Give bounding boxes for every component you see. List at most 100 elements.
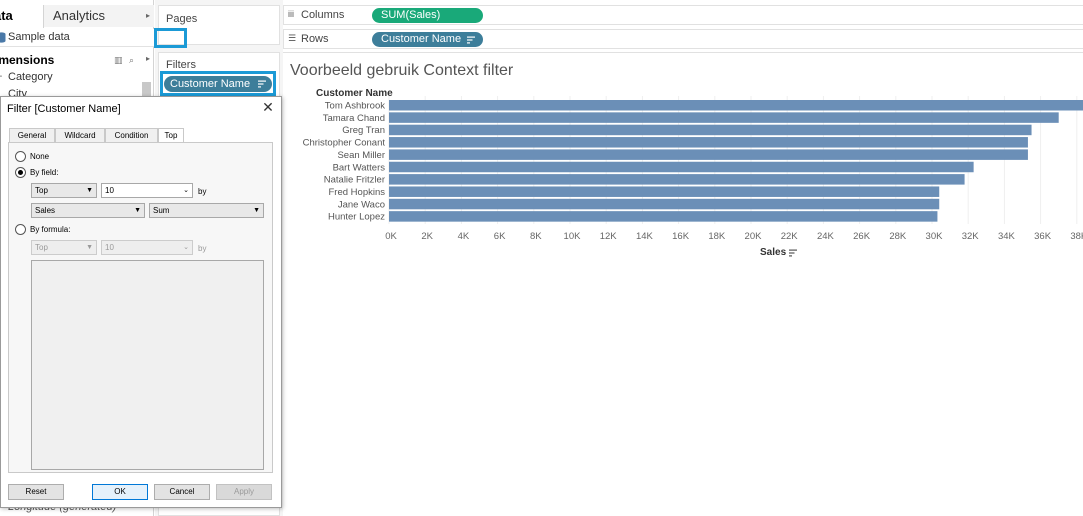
tab-data[interactable]: ata: [0, 5, 44, 28]
x-tick-label: 38K: [1070, 231, 1083, 242]
bar[interactable]: [389, 100, 1083, 111]
bar[interactable]: [389, 112, 1059, 123]
tab-general[interactable]: General: [9, 128, 55, 143]
filters-label: Filters: [166, 59, 196, 71]
bar[interactable]: [389, 198, 940, 210]
dialog-title: Filter [Customer Name]: [7, 103, 121, 115]
bar[interactable]: [389, 137, 1028, 148]
x-tick-label: 24K: [817, 231, 835, 242]
viz-title: Voorbeeld gebruik Context filter: [290, 62, 514, 79]
x-tick-label: 34K: [998, 231, 1016, 242]
x-tick-label: 12K: [600, 231, 618, 242]
x-tick-label: 10K: [564, 231, 582, 242]
category-label: Christopher Conant: [303, 138, 386, 149]
x-tick-label: 6K: [494, 231, 506, 242]
dimensions-menu-arrow-icon[interactable]: ▸: [146, 54, 150, 63]
tab-condition[interactable]: Condition: [105, 128, 158, 143]
by-field-by-label: by: [198, 187, 207, 196]
dialog-tabs: General Wildcard Condition Top: [9, 128, 273, 143]
collapse-icon[interactable]: -: [0, 71, 2, 82]
by-field-mode-select[interactable]: Top ▼: [31, 183, 97, 198]
radio-by-field-label: By field:: [30, 168, 59, 177]
x-tick-label: 8K: [530, 231, 542, 242]
bar-chart: Tom AshbrookTamara ChandGreg Tran Christo…: [303, 96, 1083, 242]
cancel-button[interactable]: Cancel: [154, 484, 210, 500]
reset-button[interactable]: Reset: [8, 484, 64, 500]
apply-button: Apply: [216, 484, 272, 500]
category-label: Fred Hopkins: [329, 187, 386, 198]
scrollbar-thumb[interactable]: [142, 82, 151, 96]
by-formula-mode-value: Top: [35, 243, 48, 252]
x-axis-title-label: Sales: [760, 247, 787, 258]
by-formula-count-input: 10 ⌄: [101, 240, 193, 255]
by-field-agg-select[interactable]: Sum ▼: [149, 203, 264, 218]
category-label: Tom Ashbrook: [325, 101, 385, 112]
radio-none[interactable]: [15, 151, 26, 162]
x-tick-label: 16K: [672, 231, 690, 242]
x-tick-label: 26K: [853, 231, 871, 242]
bar[interactable]: [389, 124, 1032, 136]
sort-icon[interactable]: [789, 249, 797, 257]
datasource-label: Sample data: [8, 31, 70, 43]
by-field-count-value: 10: [105, 186, 114, 195]
category-label: Hunter Lopez: [328, 212, 385, 223]
tab-analytics[interactable]: Analytics ▸: [44, 5, 154, 27]
by-field-field-value: Sales: [35, 206, 56, 215]
formula-editor: [31, 260, 264, 470]
x-tick-label: 4K: [458, 231, 470, 242]
bar[interactable]: [389, 149, 1028, 160]
bar[interactable]: [389, 211, 938, 222]
by-formula-by-label: by: [198, 244, 207, 253]
x-tick-label: 0K: [385, 231, 397, 242]
category-label: Greg Tran: [342, 125, 385, 136]
database-icon: [0, 32, 6, 43]
x-tick-label: 30K: [926, 231, 944, 242]
radio-by-formula[interactable]: [15, 224, 26, 235]
chevron-down-icon: ▼: [86, 244, 93, 251]
tab-analytics-label: Analytics: [53, 8, 106, 23]
bar[interactable]: [389, 174, 965, 185]
dimensions-label: imensions: [0, 53, 55, 67]
chevron-down-icon: ▼: [134, 207, 141, 214]
rows-label: Rows: [301, 33, 329, 45]
rows-pill-label: Customer Name: [381, 33, 462, 45]
field-category-label: Category: [8, 71, 53, 83]
tab-wildcard[interactable]: Wildcard: [55, 128, 105, 143]
x-tick-label: 14K: [636, 231, 654, 242]
radio-by-field[interactable]: [15, 167, 26, 178]
x-tick-label: 32K: [962, 231, 980, 242]
category-label: Tamara Chand: [323, 113, 385, 124]
chevron-down-icon: ▼: [86, 187, 93, 194]
pane-menu-arrow-icon[interactable]: ▸: [146, 5, 150, 27]
x-tick-label: 20K: [745, 231, 763, 242]
chevron-down-icon: ⌄: [183, 187, 189, 194]
ok-button[interactable]: OK: [92, 484, 148, 500]
tab-top-highlight: [154, 28, 187, 48]
by-field-field-select[interactable]: Sales ▼: [31, 203, 145, 218]
filter-pill-customer-name[interactable]: Customer Name: [164, 76, 272, 92]
by-field-agg-value: Sum: [153, 206, 170, 215]
chevron-down-icon: ▼: [253, 207, 260, 214]
x-axis-title[interactable]: Sales: [760, 247, 797, 258]
pane-tabs: ata Analytics ▸: [0, 5, 154, 28]
category-label: Jane Waco: [338, 199, 385, 210]
columns-label: Columns: [301, 9, 345, 21]
view-options-icon[interactable]: ▥ ⌕: [114, 55, 136, 66]
x-tick-label: 28K: [889, 231, 907, 242]
tab-top[interactable]: Top: [158, 128, 184, 143]
bar[interactable]: [389, 161, 974, 173]
by-field-count-input[interactable]: 10 ⌄: [101, 183, 193, 198]
columns-pill-sum-sales[interactable]: SUM(Sales): [372, 8, 483, 23]
pages-label: Pages: [166, 13, 198, 25]
datasource-item[interactable]: Sample data: [0, 29, 154, 47]
by-field-mode-value: Top: [35, 186, 48, 195]
rows-pill-customer-name[interactable]: Customer Name: [372, 32, 483, 47]
columns-pill-label: SUM(Sales): [381, 9, 441, 21]
category-label: Bart Watters: [333, 162, 386, 173]
close-icon[interactable]: ✕: [261, 100, 275, 114]
x-tick-label: 18K: [708, 231, 726, 242]
by-formula-count-value: 10: [105, 243, 114, 252]
x-tick-label: 2K: [421, 231, 433, 242]
bar[interactable]: [389, 186, 940, 197]
x-tick-label: 36K: [1034, 231, 1052, 242]
